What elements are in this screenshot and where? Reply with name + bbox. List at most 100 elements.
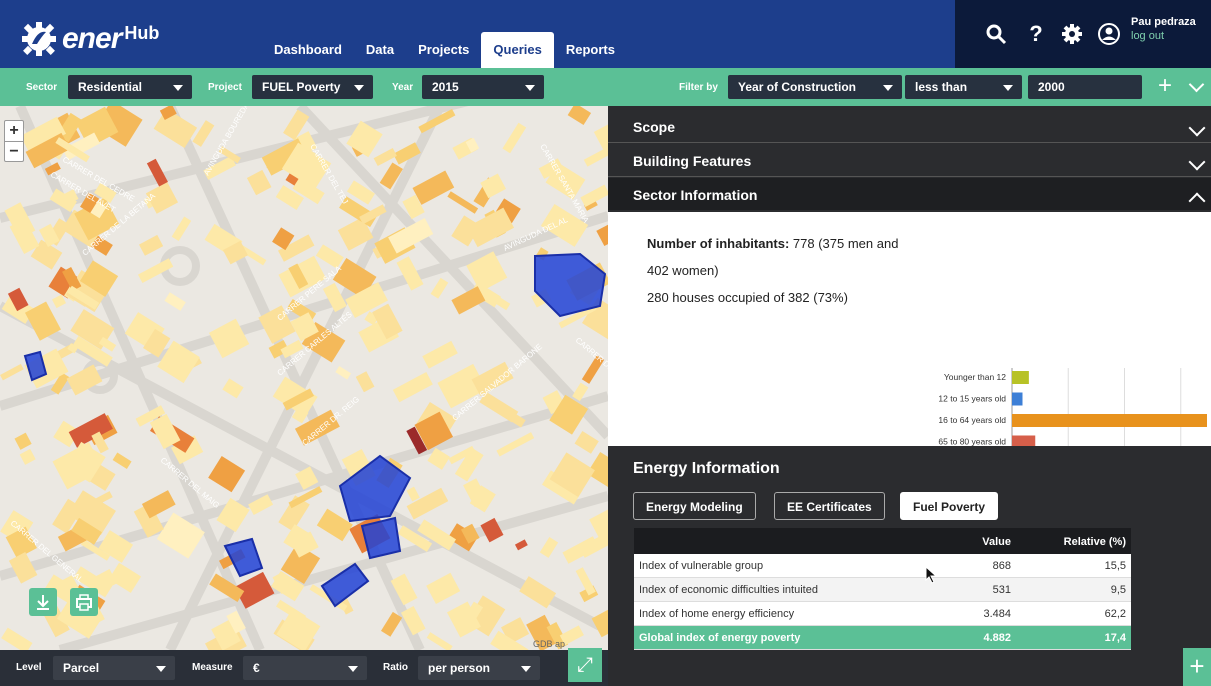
parcel[interactable]: [426, 632, 453, 650]
parcel[interactable]: [502, 122, 527, 154]
chart-bar[interactable]: [1012, 371, 1029, 384]
filter-operator-select[interactable]: less than: [905, 75, 1022, 99]
parcel[interactable]: [593, 115, 608, 150]
map-canvas[interactable]: CARRER DEL CEDRECARRER DEL AVETAVINGUDA …: [0, 106, 608, 650]
level-label: Level: [16, 662, 42, 673]
settings-icon[interactable]: [1060, 22, 1084, 46]
table-row: Index of economic difficulties intuited …: [634, 578, 1131, 602]
print-icon: [76, 594, 92, 611]
chevron-down-icon[interactable]: [1188, 76, 1205, 93]
main-nav: Dashboard Data Projects Queries Reports: [262, 32, 627, 68]
chart-bar[interactable]: [1012, 392, 1023, 406]
parcel[interactable]: [19, 448, 36, 465]
parcel[interactable]: [422, 340, 458, 369]
parcel[interactable]: [562, 536, 599, 564]
header-value: Value: [982, 536, 1011, 548]
ratio-select[interactable]: per person: [418, 656, 540, 680]
parcel[interactable]: [208, 456, 246, 493]
scope-accordion[interactable]: Scope: [608, 110, 1211, 142]
parcel[interactable]: [112, 452, 132, 469]
tab-data[interactable]: Data: [354, 32, 406, 68]
zoom-in-button[interactable]: +: [5, 121, 23, 141]
tab-ee-certificates[interactable]: EE Certificates: [774, 492, 885, 520]
top-bar: ener Hub Dashboard Data Projects Queries…: [0, 0, 1211, 68]
parcel[interactable]: [591, 606, 608, 638]
chevron-up-icon: [1188, 192, 1206, 210]
project-label: Project: [208, 82, 242, 93]
parcel[interactable]: [430, 277, 449, 299]
parcel[interactable]: [539, 537, 559, 558]
sector-information-panel: Number of inhabitants: 778 (375 men and …: [608, 212, 1211, 492]
parcel[interactable]: [1, 627, 33, 650]
divider: [608, 176, 1211, 177]
chevron-down-icon: [521, 666, 531, 672]
parcel[interactable]: [208, 318, 250, 359]
logout-link[interactable]: log out: [1131, 30, 1164, 42]
measure-label: Measure: [192, 662, 233, 673]
parcel[interactable]: [68, 413, 113, 448]
search-icon[interactable]: [984, 22, 1008, 46]
logo[interactable]: ener Hub: [22, 22, 159, 56]
chevron-down-icon: [883, 85, 893, 91]
year-select[interactable]: 2015: [422, 75, 544, 99]
measure-select[interactable]: €: [243, 656, 367, 680]
parcel[interactable]: [335, 365, 352, 380]
parcel[interactable]: [567, 106, 592, 126]
parcel[interactable]: [222, 378, 244, 399]
expand-map-button[interactable]: ⤢: [568, 648, 602, 682]
level-select[interactable]: Parcel: [53, 656, 175, 680]
tab-queries[interactable]: Queries: [481, 32, 554, 68]
map[interactable]: CARRER DEL CEDRE CARRER DEL AVET AVINGUDA …: [0, 106, 608, 650]
parcel[interactable]: [138, 234, 164, 256]
filter-field-select[interactable]: Year of Construction: [728, 75, 902, 99]
tab-energy-modeling[interactable]: Energy Modeling: [633, 492, 756, 520]
parcel[interactable]: [392, 372, 433, 403]
chevron-down-icon: [354, 85, 364, 91]
filter-value-input[interactable]: 2000: [1028, 75, 1142, 99]
user-icon[interactable]: [1097, 22, 1121, 46]
parcel[interactable]: [406, 486, 420, 502]
zoom-out-button[interactable]: −: [5, 141, 23, 161]
parcel[interactable]: [192, 120, 215, 147]
table-row: Index of vulnerable group 868 15,5: [634, 554, 1131, 578]
chart-bar[interactable]: [1012, 414, 1207, 427]
parcel[interactable]: [574, 430, 599, 454]
parcel[interactable]: [355, 371, 375, 393]
parcel[interactable]: [164, 292, 186, 311]
add-panel-button[interactable]: +: [1183, 648, 1211, 686]
download-button[interactable]: [29, 588, 57, 616]
parcel[interactable]: [14, 432, 32, 450]
parcel[interactable]: [426, 572, 461, 604]
parcel[interactable]: [589, 501, 608, 541]
year-select-value: 2015: [432, 80, 459, 94]
sector-select[interactable]: Residential: [68, 75, 192, 99]
row-name: Index of home energy efficiency: [639, 608, 795, 620]
parcel[interactable]: [315, 244, 344, 269]
parcel[interactable]: [454, 447, 484, 482]
header-relative: Relative (%): [1063, 536, 1126, 548]
parcel[interactable]: [412, 170, 455, 205]
parcel[interactable]: [447, 191, 479, 214]
project-select[interactable]: FUEL Poverty: [252, 75, 373, 99]
sector-label: Sector: [26, 82, 58, 93]
sector-information-title: Sector Information: [633, 187, 758, 203]
add-filter-icon[interactable]: +: [1158, 73, 1172, 99]
parcel[interactable]: [246, 169, 272, 196]
tab-dashboard[interactable]: Dashboard: [262, 32, 354, 68]
tab-reports[interactable]: Reports: [554, 32, 627, 68]
parcel[interactable]: [0, 363, 24, 381]
parcel[interactable]: [514, 539, 528, 551]
tab-projects[interactable]: Projects: [406, 32, 481, 68]
ratio-select-value: per person: [428, 661, 491, 675]
print-button[interactable]: [70, 588, 98, 616]
help-icon[interactable]: ?: [1024, 22, 1048, 46]
parcel[interactable]: [596, 220, 608, 247]
tab-fuel-poverty[interactable]: Fuel Poverty: [900, 492, 999, 520]
fuel-poverty-table: Value Relative (%) Index of vulnerable g…: [634, 528, 1131, 650]
parcel[interactable]: [51, 294, 67, 309]
building-features-accordion[interactable]: Building Features: [608, 144, 1211, 176]
parcel[interactable]: [8, 552, 38, 584]
sector-information-accordion[interactable]: Sector Information: [608, 178, 1211, 210]
parcel[interactable]: [171, 216, 192, 241]
parcel[interactable]: [496, 432, 535, 457]
